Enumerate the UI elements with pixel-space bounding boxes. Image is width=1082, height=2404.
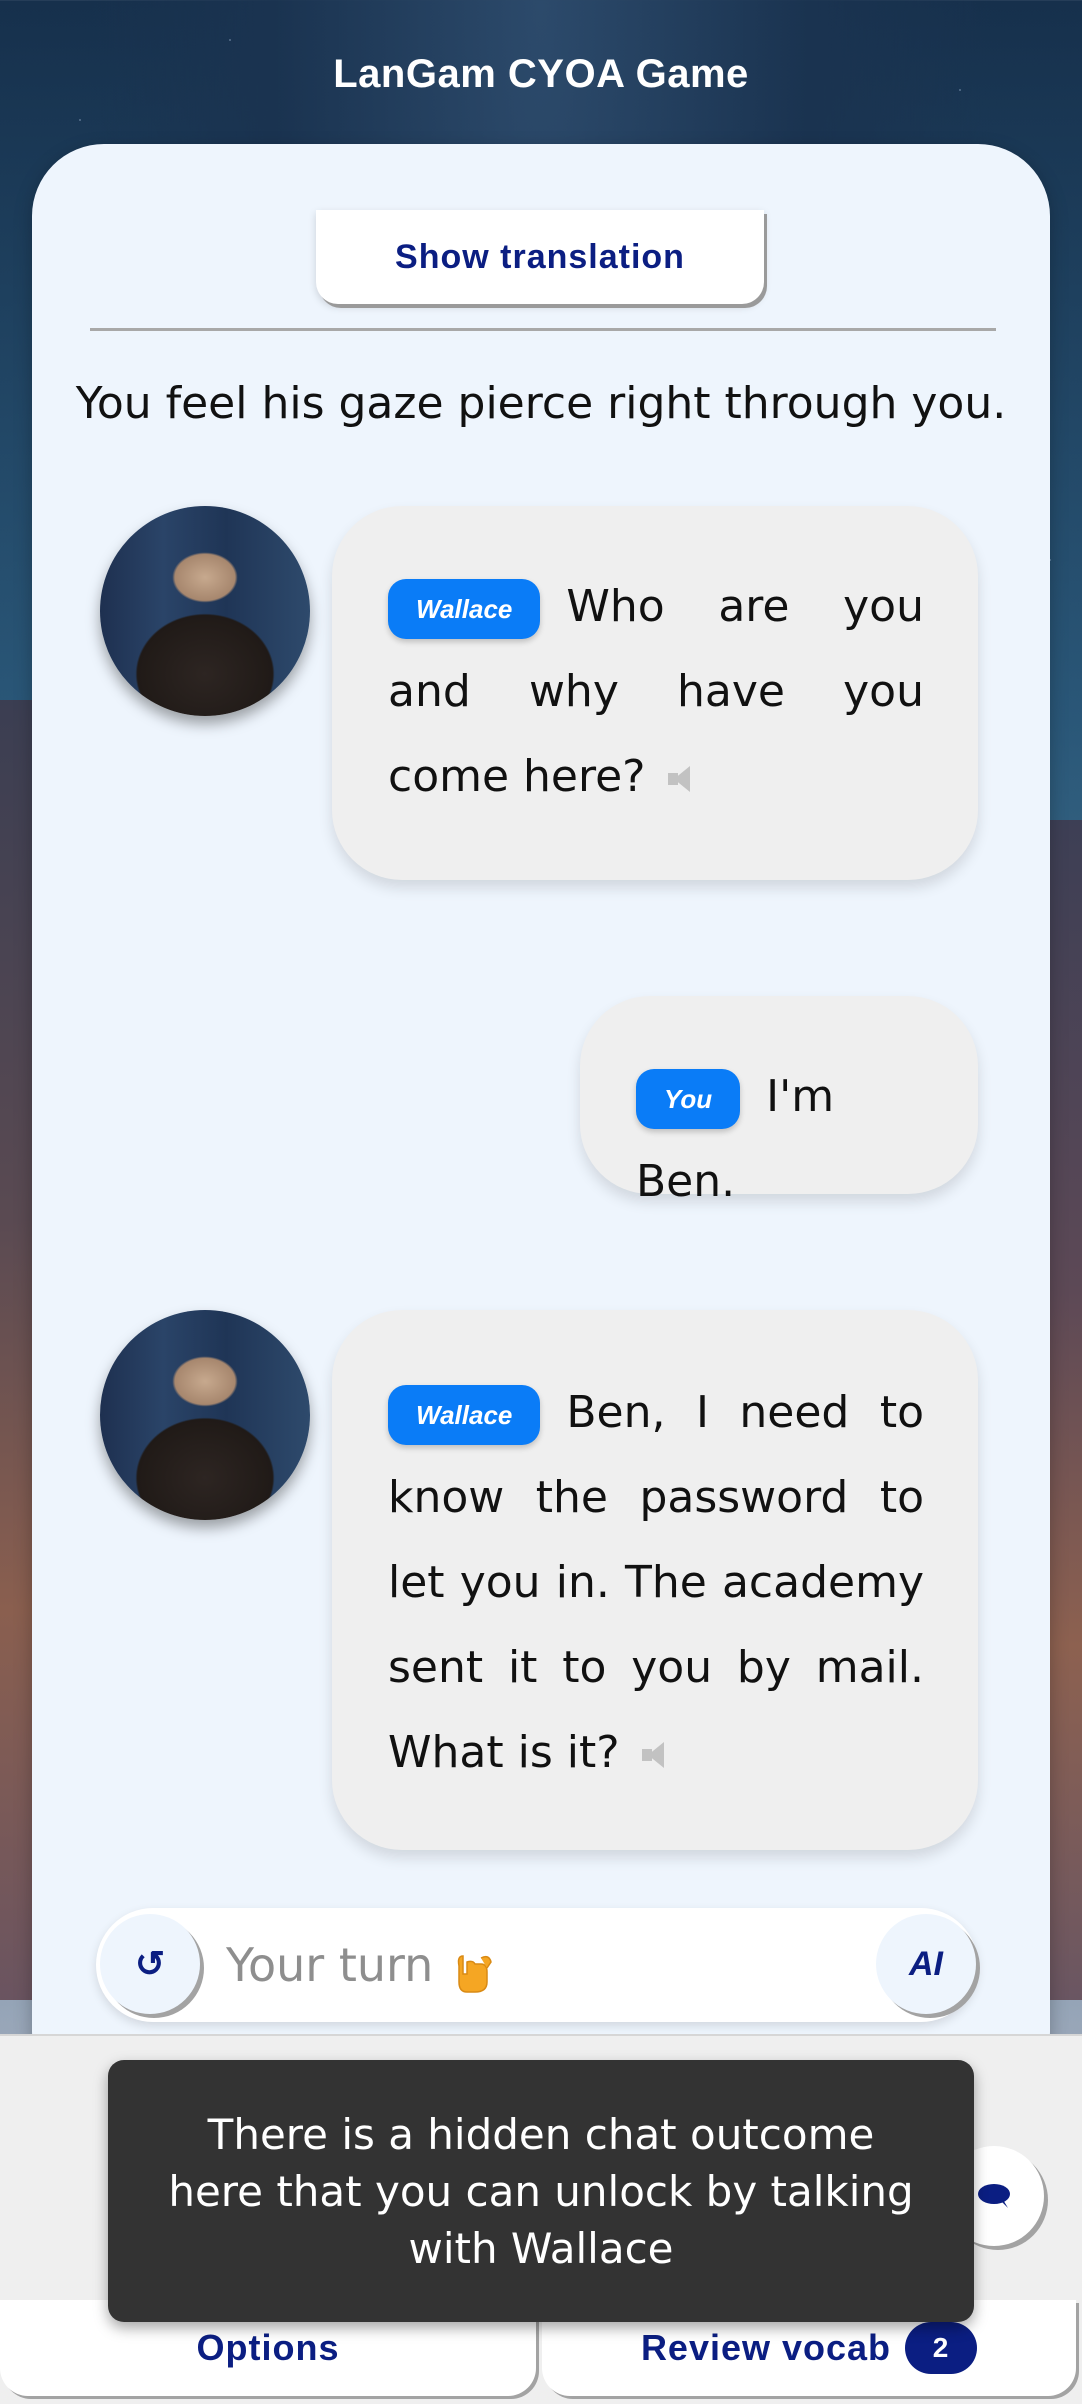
review-vocab-count-badge: 2 <box>905 2322 978 2374</box>
show-translation-button[interactable]: Show translation <box>316 210 764 304</box>
input-placeholder-text: Your turn <box>226 1938 434 1992</box>
message-you: You I'm Ben. <box>636 1054 936 1224</box>
speaker-tag-wallace: Wallace <box>388 1385 541 1445</box>
hand-emoji-icon <box>451 1945 493 1993</box>
speaker-tag-wallace: Wallace <box>388 579 541 639</box>
ai-label: AI <box>909 1944 943 1983</box>
wallace-avatar <box>100 1310 310 1520</box>
reset-icon: ↺ <box>134 1943 166 1984</box>
app-title: LanGam CYOA Game <box>333 52 749 96</box>
message-wallace-1: Wallace Who are you and why have you come… <box>388 564 924 819</box>
speaker-icon[interactable] <box>667 764 696 794</box>
reset-button[interactable]: ↺ <box>100 1914 200 2014</box>
divider <box>90 328 996 331</box>
speaker-icon[interactable] <box>641 1740 670 1770</box>
message-text: Ben, I need to know the password to let … <box>388 1387 924 1778</box>
hidden-outcome-toast: There is a hidden chat outcome here that… <box>108 2060 974 2322</box>
chat-input[interactable]: Your turn <box>226 1930 493 2000</box>
wallace-avatar <box>100 506 310 716</box>
ai-button[interactable]: AI <box>876 1914 976 2014</box>
narration-text: You feel his gaze pierce right through y… <box>75 378 1007 429</box>
toast-text: There is a hidden chat outcome here that… <box>168 2109 914 2273</box>
speaker-tag-you: You <box>636 1069 741 1129</box>
message-wallace-2: Wallace Ben, I need to know the password … <box>388 1370 924 1795</box>
review-vocab-label: Review vocab <box>640 2327 892 2368</box>
options-label: Options <box>196 2327 340 2368</box>
